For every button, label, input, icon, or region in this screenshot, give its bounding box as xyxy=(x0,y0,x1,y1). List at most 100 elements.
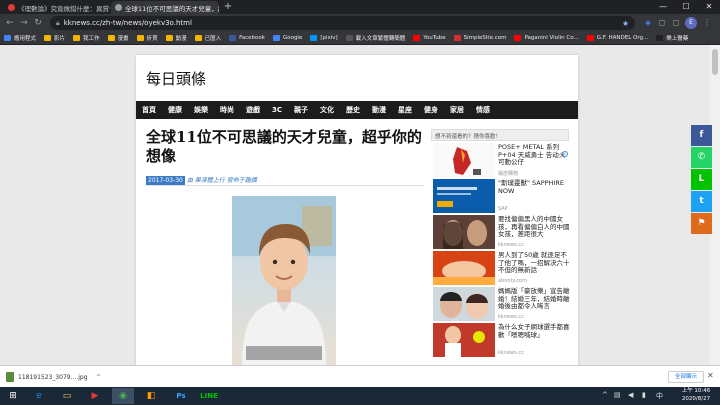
reload-icon[interactable]: ↻ xyxy=(32,17,44,29)
scrollbar-thumb[interactable] xyxy=(712,49,718,75)
menu-kebab-icon[interactable]: ⋮ xyxy=(701,17,713,29)
nav-item[interactable]: 家居 xyxy=(444,105,470,115)
line-share-icon[interactable]: L xyxy=(691,169,712,190)
internet-explorer-icon[interactable]: e xyxy=(28,388,50,404)
sidebar-item-title[interactable]: 媽媽版「豪放樂」宣告離婚！結婚三年，結婚時離婚後由都令人唏言 xyxy=(498,287,570,311)
windows-start-icon[interactable]: ⊞ xyxy=(2,388,24,404)
volume-icon[interactable]: ◀ xyxy=(628,391,633,399)
line-app-icon[interactable]: LINE xyxy=(198,388,220,404)
extension-icon[interactable]: ◈ xyxy=(642,17,654,29)
bookmark-folder-icon xyxy=(656,35,664,41)
bookmark-item[interactable]: 樂上醫藥 xyxy=(656,34,688,42)
sidebar-item-thumbnail[interactable] xyxy=(433,323,495,357)
tray-expand-icon[interactable]: ^ xyxy=(602,391,608,399)
nav-item[interactable]: 時尚 xyxy=(214,105,240,115)
bookmark-item[interactable]: 影片 xyxy=(44,34,65,42)
profile-avatar[interactable]: E xyxy=(685,17,697,29)
file-explorer-icon[interactable]: ▭ xyxy=(56,388,78,404)
close-window-button[interactable]: ✕ xyxy=(698,0,720,14)
maximize-button[interactable]: ☐ xyxy=(675,0,697,14)
tab-active[interactable]: 全球11位不可思議的天才兒童，超... ✕ xyxy=(111,1,219,14)
sidebar-item-title[interactable]: 男人到了50歲 就逐足不了他了嗎，一招解決六十不但的無新話 xyxy=(498,251,570,275)
sidebar-item-thumbnail[interactable] xyxy=(433,143,495,177)
bookmark-item[interactable]: [pixiv] xyxy=(310,35,338,41)
close-download-shelf-icon[interactable]: ✕ xyxy=(707,371,714,380)
sidebar-item[interactable]: POSE+ METAL 系列 P+04 天威勇士 告动火 可動公仔 蝦皮購物 xyxy=(431,143,571,177)
new-tab-button[interactable]: + xyxy=(222,1,234,13)
sidebar-item[interactable]: "斯璞靈獸" SAPPHIRE NOW SAP xyxy=(431,179,571,213)
taskbar-clock[interactable]: 上午 10:46 2020/8/27 xyxy=(676,388,716,403)
extension-icon[interactable]: ◻ xyxy=(656,17,668,29)
bookmark-item[interactable]: Paganini Violin Co... xyxy=(514,35,579,41)
back-arrow-icon[interactable]: ← xyxy=(4,17,16,29)
extension-icon[interactable]: ◻ xyxy=(670,17,682,29)
sidebar-header: 想不到還看的？猜你喜歡！ xyxy=(431,129,569,141)
nav-item[interactable]: 健身 xyxy=(418,105,444,115)
minimize-button[interactable]: — xyxy=(652,0,674,14)
forward-arrow-icon[interactable]: → xyxy=(18,17,30,29)
sidebar-item-title[interactable]: 要找偏偏黑人的中國女孩，再看偏偏白人的中國女孩，差距很大 xyxy=(498,215,570,239)
whatsapp-share-icon[interactable]: ✆ xyxy=(691,147,712,168)
tab-inactive[interactable]: 《理數論》究竟做錯什麼：異質性... ✕ xyxy=(4,1,110,14)
bookmark-item[interactable]: YouTube xyxy=(413,35,446,41)
clock-date: 2020/8/27 xyxy=(681,395,711,402)
photo-app-icon[interactable]: ◧ xyxy=(140,388,162,404)
nav-item[interactable]: 首頁 xyxy=(136,105,162,115)
sidebar-item-thumbnail[interactable] xyxy=(433,179,495,213)
twitter-share-icon[interactable]: t xyxy=(691,191,712,212)
ime-icon[interactable]: 中 xyxy=(656,391,663,401)
bookmark-item[interactable]: Facebook xyxy=(229,35,265,41)
sidebar-item-thumbnail[interactable] xyxy=(433,215,495,249)
bookmark-star-icon[interactable]: ★ xyxy=(622,19,629,28)
nav-item[interactable]: 親子 xyxy=(288,105,314,115)
battery-icon[interactable]: ▮ xyxy=(642,391,646,399)
bookmark-folder-icon xyxy=(194,35,202,41)
sidebar-item-source: kknews.cc xyxy=(498,314,524,320)
sidebar-item-title[interactable]: 為什么女子網球選手都喜歡「嗯嗯喊球」 xyxy=(498,323,570,339)
bookmark-item[interactable]: 應用程式 xyxy=(4,34,36,42)
bookmark-item[interactable]: 動漫 xyxy=(165,34,187,42)
chevron-up-icon[interactable]: ^ xyxy=(96,374,101,381)
network-icon[interactable]: ▤ xyxy=(614,391,621,399)
bookmark-item[interactable]: G.F. HANDEL Org... xyxy=(586,35,648,41)
bookmark-item[interactable]: SimpleSite.com xyxy=(453,35,506,41)
show-all-downloads-button[interactable]: 全部顯示 xyxy=(668,371,704,383)
sidebar-item[interactable]: 為什么女子網球選手都喜歡「嗯嗯喊球」 kknews.cc xyxy=(431,323,571,357)
bookmark-folder-icon xyxy=(413,35,421,41)
chrome-icon[interactable]: ◉ xyxy=(112,388,134,404)
sidebar-item-title[interactable]: "斯璞靈獸" SAPPHIRE NOW xyxy=(498,179,570,195)
media-player-icon[interactable]: ▶ xyxy=(84,388,106,404)
nav-item[interactable]: 健康 xyxy=(162,105,188,115)
facebook-share-icon[interactable]: f xyxy=(691,125,712,146)
nav-item[interactable]: 情感 xyxy=(470,105,496,115)
bookmark-label: 載入文章繁體轉簡體 xyxy=(355,36,406,42)
nav-item[interactable]: 3C xyxy=(266,106,288,114)
bookmark-item[interactable]: Google xyxy=(272,35,302,41)
nav-item[interactable]: 遊戲 xyxy=(240,105,266,115)
address-bar[interactable]: 🔒︎ kknews.cc/zh-tw/news/oyekv3o.html ★ xyxy=(50,16,635,30)
bookmark-item[interactable]: 載入文章繁體轉簡體 xyxy=(345,34,406,42)
bookmark-item[interactable]: 折買 xyxy=(136,34,158,42)
flag-share-icon[interactable]: ⚑ xyxy=(691,213,712,234)
nav-item[interactable]: 娛樂 xyxy=(188,105,214,115)
nav-item[interactable]: 歷史 xyxy=(340,105,366,115)
bookmark-folder-icon xyxy=(136,35,144,41)
article-source[interactable]: 由 果凍體上行 發佈于趣讀 xyxy=(187,177,257,184)
sidebar-item[interactable]: 男人到了50歲 就逐足不了他了嗎，一招解決六十不但的無新話 abnoty.com xyxy=(431,251,571,285)
sidebar-item-title[interactable]: POSE+ METAL 系列 P+04 天威勇士 告动火 可動公仔 xyxy=(498,143,570,167)
sidebar-item[interactable]: 媽媽版「豪放樂」宣告離婚！結婚三年，結婚時離婚後由都令人唏言 kknews.cc xyxy=(431,287,571,321)
bookmark-item[interactable]: 已匯入 xyxy=(194,34,221,42)
bookmark-item[interactable]: 我工作 xyxy=(73,34,100,42)
sidebar-item-thumbnail[interactable] xyxy=(433,287,495,321)
download-item[interactable]: 118191523_3079....jpg ^ xyxy=(6,370,101,384)
nav-item[interactable]: 星座 xyxy=(392,105,418,115)
site-logo-title[interactable]: 每日頭條 xyxy=(146,68,206,89)
sidebar-item[interactable]: 要找偏偏黑人的中國女孩，再看偏偏白人的中國女孩，差距很大 kknews.cc xyxy=(431,215,571,249)
photoshop-icon[interactable]: Ps xyxy=(170,388,192,404)
bookmark-item[interactable]: 漫畫 xyxy=(107,34,129,42)
nav-item[interactable]: 文化 xyxy=(314,105,340,115)
tab-title: 《理數論》究竟做錯什麼：異質性... xyxy=(18,4,110,13)
sidebar-item-thumbnail[interactable] xyxy=(433,251,495,285)
nav-item[interactable]: 動漫 xyxy=(366,105,392,115)
download-filename: 118191523_3079....jpg xyxy=(18,373,88,381)
